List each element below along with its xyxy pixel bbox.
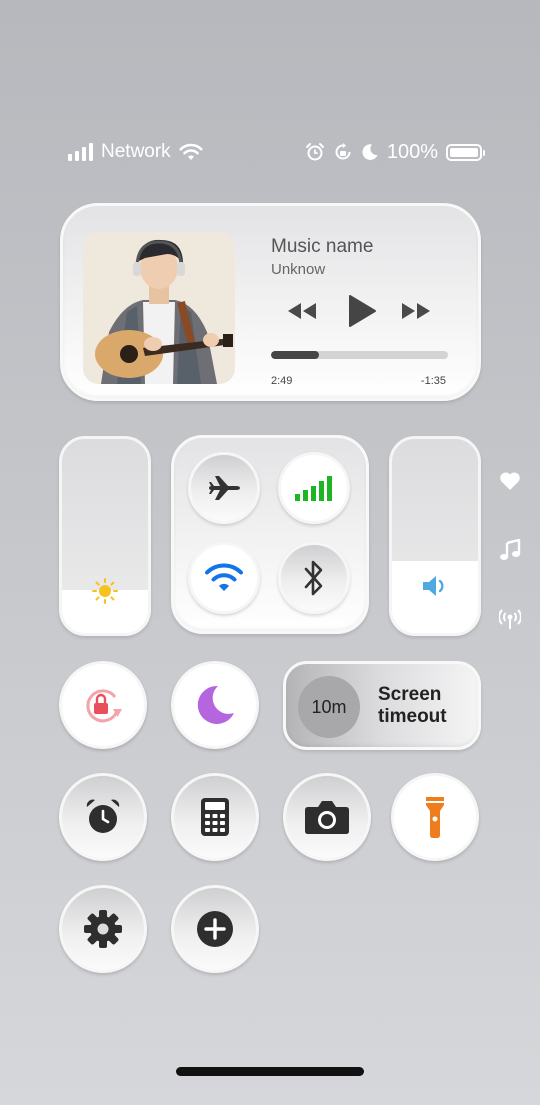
add-control-toggle[interactable] [171,885,259,973]
rotation-lock-icon [335,143,351,160]
airplane-toggle[interactable] [188,452,260,524]
do-not-disturb-toggle[interactable] [171,661,259,749]
cellular-icon [295,476,332,501]
flashlight-toggle[interactable] [391,773,479,861]
music-title: Music name [271,236,374,257]
broadcast-icon[interactable] [498,607,522,631]
fast-forward-icon[interactable] [401,294,431,328]
flashlight-icon [426,797,444,838]
bluetooth-icon [304,560,323,596]
home-indicator[interactable] [176,1067,364,1076]
brightness-slider[interactable] [59,436,151,636]
settings-icon [84,910,122,948]
cellular-toggle[interactable] [278,452,350,524]
screen-timeout-value: 10m [298,676,360,738]
calculator-icon [201,798,229,836]
time-remaining: -1:35 [420,375,446,387]
music-player-card[interactable]: Music name Unknow 2:49 -1:35 [60,203,481,401]
settings-toggle[interactable] [59,885,147,973]
music-progress-bar[interactable] [271,351,448,359]
play-icon[interactable] [347,294,377,328]
screen-timeout-tile[interactable]: 10m Screen timeout [283,661,481,750]
alarm-icon [86,799,120,833]
airplane-icon [209,476,240,500]
moon-icon [362,144,378,160]
rotation-lock-icon [86,689,122,723]
music-progress-fill [271,351,319,359]
add-icon [197,911,233,947]
status-bar: Network 100% [68,138,485,166]
album-art [83,232,235,384]
network-label: Network [101,141,171,162]
music-artist: Unknow [271,261,326,278]
battery-icon [446,143,485,161]
screen-timeout-label: Screen timeout [378,684,468,728]
screen-timeout-label-line1: Screen [378,684,442,705]
calculator-toggle[interactable] [171,773,259,861]
moon-icon [197,685,234,724]
alarm-icon [305,143,324,161]
alarm-toggle[interactable] [59,773,147,861]
camera-icon [305,801,349,834]
wifi-toggle[interactable] [188,542,260,614]
screen-timeout-label-line2: timeout [378,706,447,727]
battery-percent: 100% [386,140,438,163]
camera-toggle[interactable] [283,773,371,861]
bluetooth-toggle[interactable] [278,542,350,614]
heart-icon[interactable] [498,469,522,493]
volume-slider[interactable] [389,436,481,636]
connectivity-panel [171,435,369,634]
wifi-icon [205,563,243,591]
playback-controls [287,294,433,328]
sun-icon [92,578,118,609]
status-right: 100% [305,140,485,164]
signal-icon [68,143,93,161]
status-left: Network [68,141,203,163]
music-note-icon[interactable] [498,538,522,562]
time-elapsed: 2:49 [271,375,293,387]
rotation-lock-toggle[interactable] [59,661,147,749]
speaker-icon [421,574,449,603]
wifi-icon [179,143,203,160]
rewind-icon[interactable] [287,294,317,328]
